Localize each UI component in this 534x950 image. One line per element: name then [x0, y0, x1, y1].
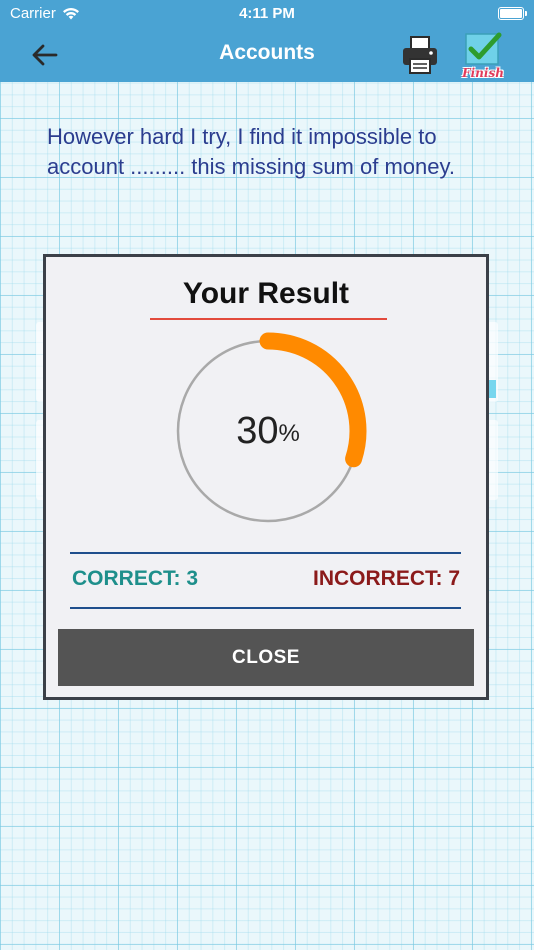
title-underline: [150, 318, 387, 320]
status-time: 4:11 PM: [239, 5, 295, 22]
finish-button[interactable]: Finish: [458, 30, 508, 80]
printer-icon: [403, 36, 437, 74]
result-percentage: 30%: [166, 329, 370, 533]
incorrect-count: INCORRECT: 7: [312, 567, 460, 590]
correct-count: CORRECT: 3: [72, 567, 199, 590]
percent-value: 30: [236, 409, 279, 452]
app-header: Carrier 4:11 PM Accounts Finish: [0, 0, 534, 82]
divider-top: [70, 552, 461, 554]
close-button[interactable]: CLOSE: [58, 629, 474, 686]
percent-sign: %: [278, 420, 300, 447]
finish-label: Finish: [462, 66, 504, 80]
result-modal: Your Result 30% CORRECT: 3 INCORRECT: 7 …: [43, 254, 489, 700]
status-bar: Carrier 4:11 PM: [0, 0, 534, 28]
battery-icon: [498, 7, 527, 20]
divider-bottom: [70, 607, 461, 609]
question-text: However hard I try, I find it impossible…: [47, 124, 455, 179]
page-title: Accounts: [219, 41, 315, 64]
nav-bar: Accounts Finish: [0, 28, 534, 82]
result-title: Your Result: [182, 277, 350, 310]
print-button[interactable]: [401, 35, 439, 75]
finish-check-icon: [465, 32, 502, 65]
